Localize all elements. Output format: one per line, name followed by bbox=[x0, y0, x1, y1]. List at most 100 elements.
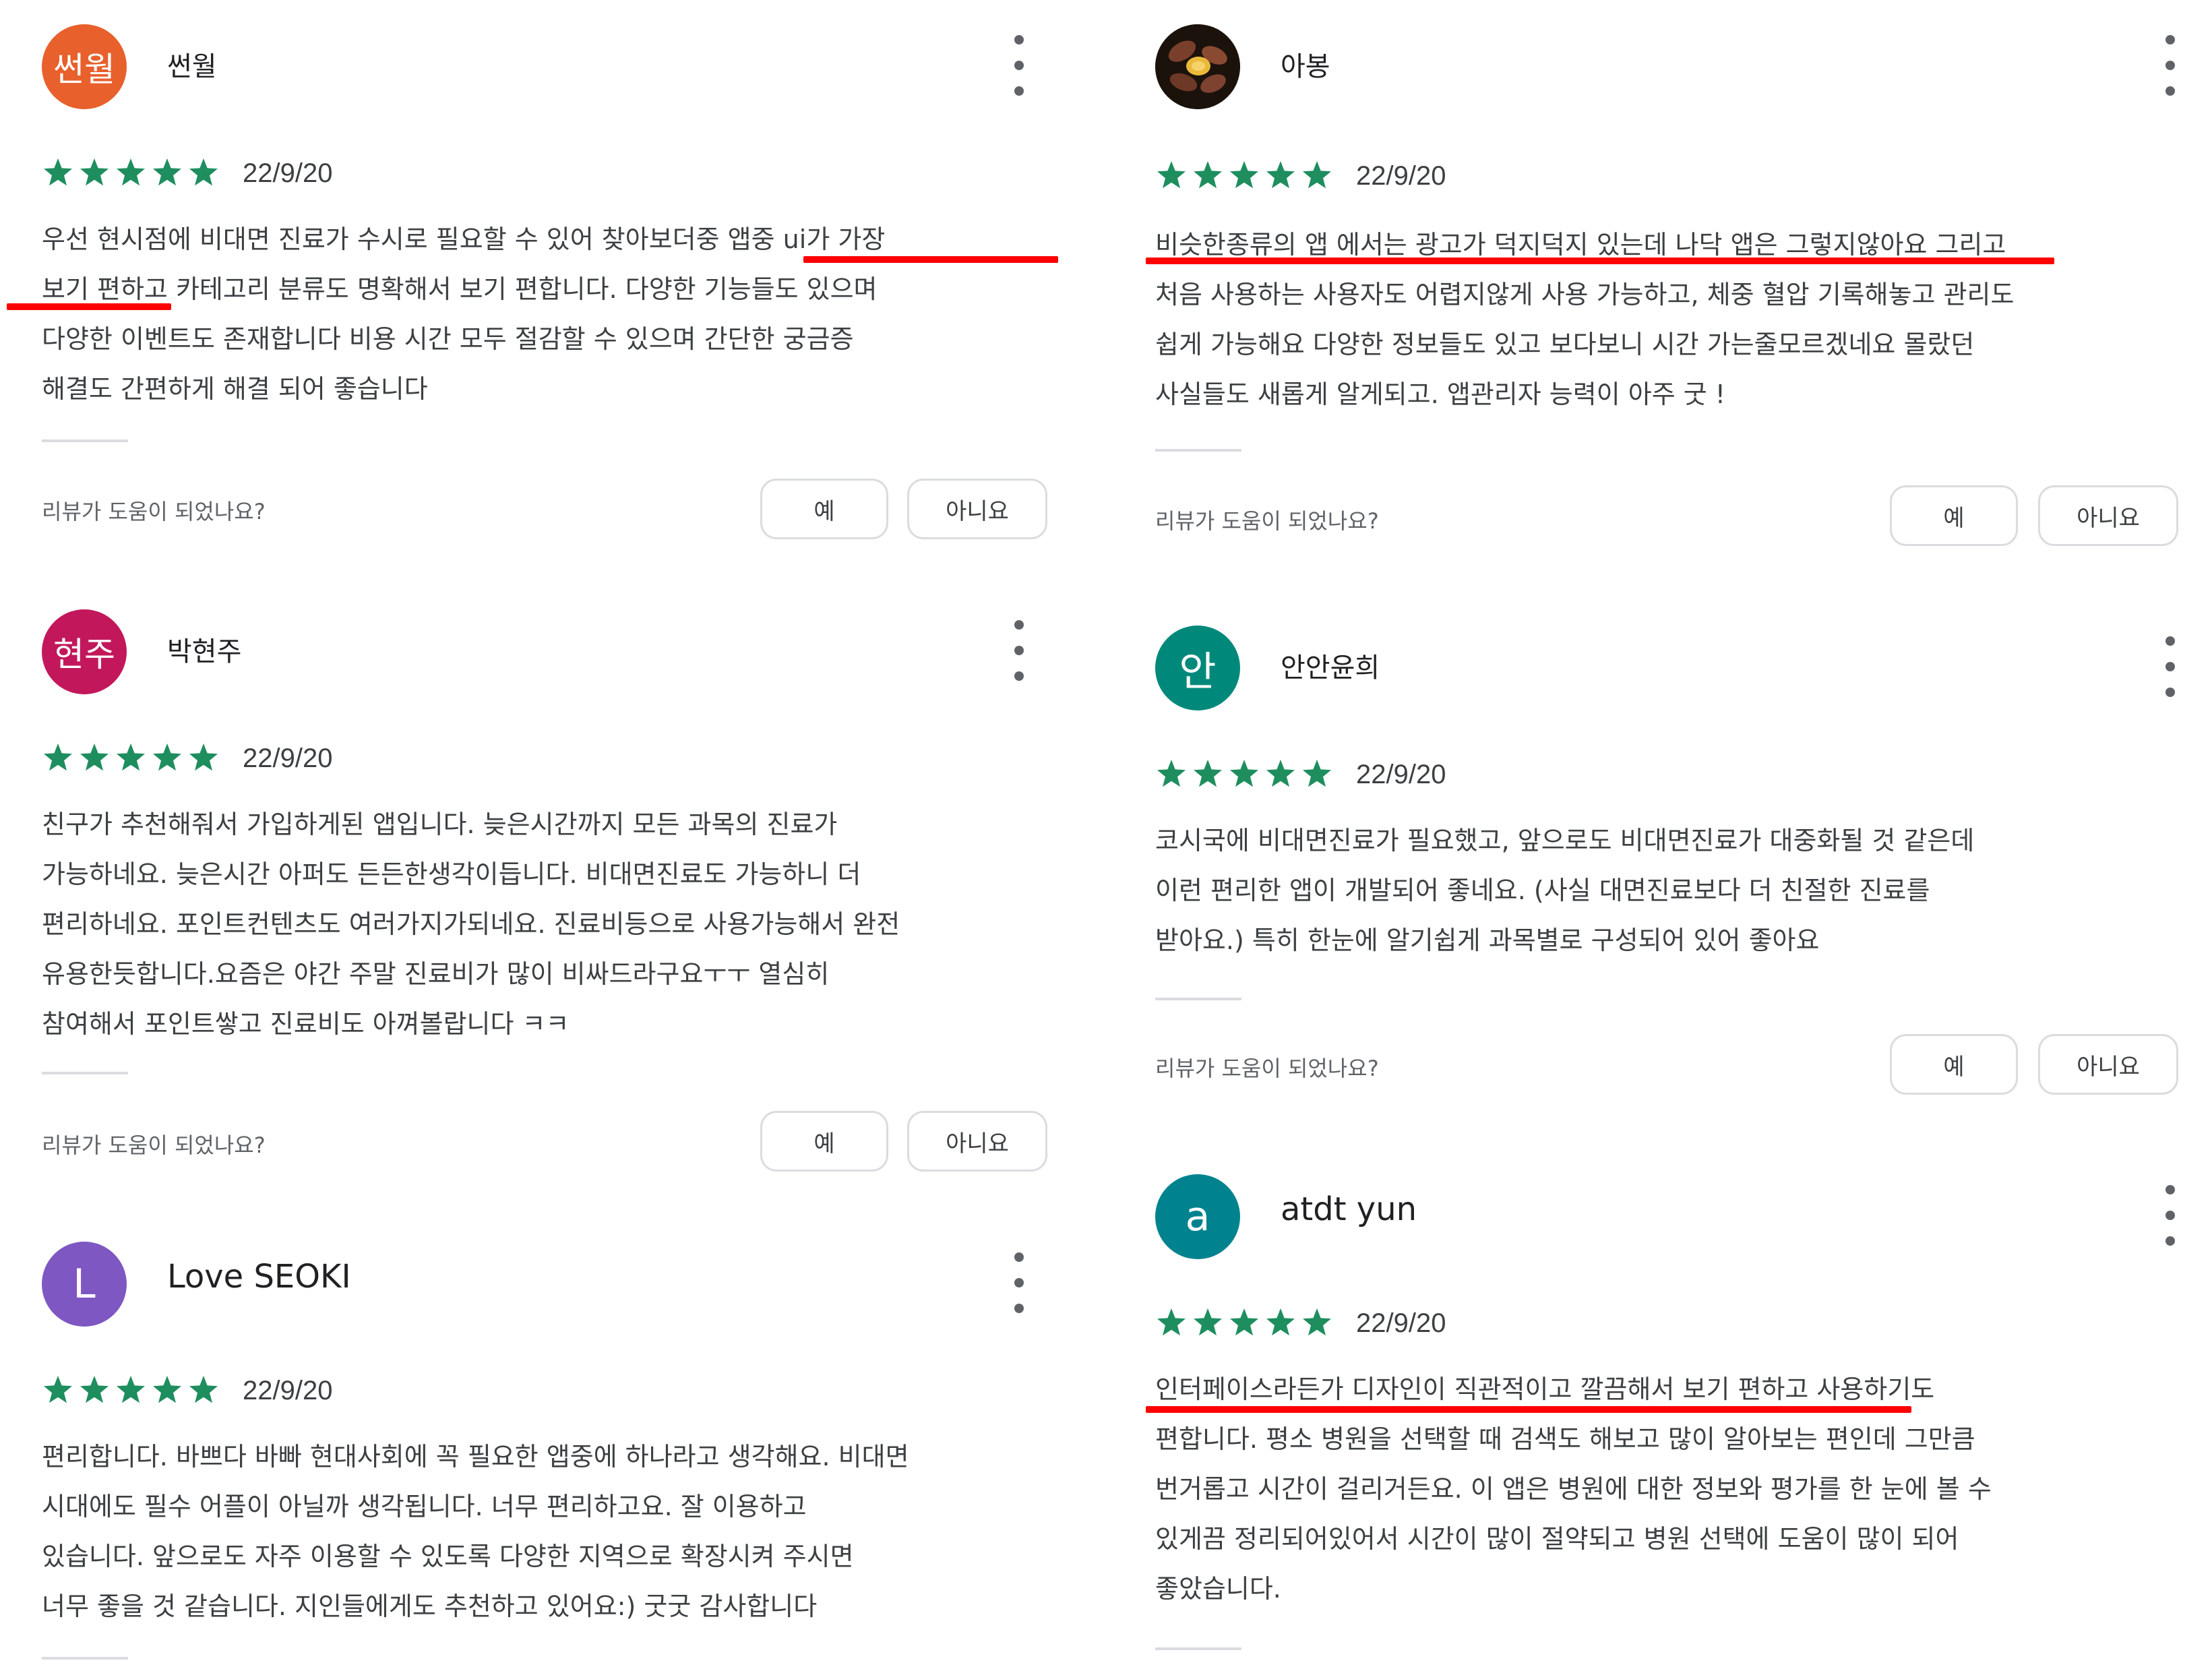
star-icon bbox=[187, 156, 222, 190]
review-date: 22/9/20 bbox=[1356, 160, 1446, 191]
star-icon bbox=[1155, 758, 1190, 791]
avatar bbox=[1155, 24, 1240, 109]
rating-row: 22/9/20 bbox=[42, 156, 332, 190]
more-options-icon[interactable] bbox=[1006, 1252, 1033, 1313]
star-icon bbox=[1264, 758, 1299, 791]
star-icon bbox=[151, 741, 186, 775]
star-icon bbox=[115, 156, 150, 190]
more-options-icon[interactable] bbox=[1006, 35, 1033, 96]
review-text: 편리합니다. 바쁘다 바빠 현대사회에 꼭 필요한 앱중에 하나라고 생각해요.… bbox=[42, 1442, 909, 1621]
star-rating bbox=[42, 741, 224, 775]
highlight-underline bbox=[803, 256, 1058, 263]
star-icon bbox=[151, 1374, 186, 1407]
divider bbox=[42, 1072, 128, 1074]
helpful-prompt: 리뷰가 도움이 되었나요? bbox=[42, 499, 266, 524]
more-options-icon[interactable] bbox=[2157, 636, 2184, 697]
yes-button[interactable]: 예 bbox=[760, 1111, 888, 1172]
star-icon bbox=[151, 156, 186, 190]
review-text: 비슷한종류의 앱 에서는 광고가 덕지덕지 있는데 나닥 앱은 그렇지않아요 그… bbox=[1155, 230, 2015, 409]
star-rating bbox=[42, 1374, 224, 1407]
more-options-icon[interactable] bbox=[2157, 35, 2184, 96]
review-card: 아봉 22/9/20 비슷한종류의 앱 에서는 광고가 덕지덕지 있는데 나닥 … bbox=[1146, 24, 2207, 557]
divider bbox=[42, 1657, 128, 1660]
yes-button[interactable]: 예 bbox=[1890, 485, 2018, 546]
review-date: 22/9/20 bbox=[243, 158, 333, 188]
star-icon bbox=[1155, 159, 1190, 193]
highlight-underline bbox=[7, 303, 171, 310]
star-icon bbox=[1192, 159, 1227, 193]
avatar: 현주 bbox=[42, 609, 127, 694]
rating-row: 22/9/20 bbox=[1155, 758, 1446, 791]
rating-row: 22/9/20 bbox=[42, 741, 332, 775]
avatar: 안 bbox=[1155, 626, 1240, 710]
star-rating bbox=[1155, 159, 1337, 193]
helpful-prompt: 리뷰가 도움이 되었나요? bbox=[1155, 1056, 1379, 1081]
review-text: 인터페이스라든가 디자인이 직관적이고 깔끔해서 보기 편하고 사용하기도 편합… bbox=[1155, 1374, 1992, 1604]
star-icon bbox=[115, 1374, 150, 1407]
reviewer-name: 박현주 bbox=[167, 636, 242, 667]
more-options-icon[interactable] bbox=[1006, 620, 1033, 681]
divider bbox=[1155, 449, 1241, 452]
star-icon bbox=[1228, 159, 1263, 193]
star-icon bbox=[1192, 1306, 1227, 1340]
reviewer-name: Love SEOKI bbox=[167, 1258, 351, 1296]
avatar: 썬월 bbox=[42, 24, 127, 109]
star-icon bbox=[187, 1374, 222, 1407]
star-rating bbox=[1155, 758, 1337, 791]
star-icon bbox=[1228, 1306, 1263, 1340]
star-icon bbox=[115, 741, 150, 775]
review-card: 현주 박현주 22/9/20 친구가 추천해줘서 가입하게된 앱입니다. 늦은시… bbox=[42, 609, 1053, 1189]
review-text: 코시국에 비대면진료가 필요했고, 앞으로도 비대면진료가 대중화될 것 같은데… bbox=[1155, 826, 1975, 955]
more-options-icon[interactable] bbox=[2157, 1185, 2184, 1246]
star-icon bbox=[42, 741, 77, 775]
star-icon bbox=[78, 741, 113, 775]
star-icon bbox=[78, 1374, 113, 1407]
review-date: 22/9/20 bbox=[243, 1375, 333, 1405]
star-icon bbox=[1301, 758, 1336, 791]
star-icon bbox=[1192, 758, 1227, 791]
star-rating bbox=[42, 156, 224, 190]
divider bbox=[1155, 998, 1241, 1000]
no-button[interactable]: 아니요 bbox=[907, 479, 1047, 539]
review-card: 안 안안윤희 22/9/20 코시국에 비대면진료가 필요했고, 앞으로도 비대… bbox=[1155, 626, 2207, 1118]
reviewer-name: 아봉 bbox=[1281, 51, 1330, 82]
star-icon bbox=[1155, 1306, 1190, 1340]
star-icon bbox=[1301, 159, 1336, 193]
highlight-underline bbox=[1146, 1406, 1911, 1413]
star-icon bbox=[78, 156, 113, 190]
review-card: a atdt yun 22/9/20 인터페이스라든가 디자인이 직관적이고 깔… bbox=[1146, 1174, 2207, 1669]
star-rating bbox=[1155, 1306, 1337, 1340]
review-date: 22/9/20 bbox=[1356, 759, 1446, 789]
yes-button[interactable]: 예 bbox=[1890, 1034, 2018, 1095]
star-icon bbox=[42, 1374, 77, 1407]
rating-row: 22/9/20 bbox=[1155, 1306, 1446, 1340]
rating-row: 22/9/20 bbox=[1155, 159, 1446, 193]
avatar: L bbox=[42, 1242, 127, 1327]
review-date: 22/9/20 bbox=[1356, 1308, 1446, 1338]
star-icon bbox=[1264, 159, 1299, 193]
review-card: 썬월 썬월 22/9/20 우선 현시점에 비대면 진료가 수시로 필요할 수 … bbox=[7, 24, 1058, 539]
review-card: L Love SEOKI 22/9/20 편리합니다. 바쁘다 바빠 현대사회에… bbox=[42, 1242, 1053, 1669]
star-icon bbox=[42, 156, 77, 190]
no-button[interactable]: 아니요 bbox=[2038, 1034, 2178, 1095]
rating-row: 22/9/20 bbox=[42, 1374, 332, 1407]
yes-button[interactable]: 예 bbox=[760, 479, 888, 539]
divider bbox=[1155, 1647, 1241, 1650]
reviewer-name: 썬월 bbox=[167, 51, 217, 82]
no-button[interactable]: 아니요 bbox=[2038, 485, 2178, 546]
star-icon bbox=[1301, 1306, 1336, 1340]
star-icon bbox=[187, 741, 222, 775]
review-text: 친구가 추천해줘서 가입하게된 앱입니다. 늦은시간까지 모든 과목의 진료가 … bbox=[42, 810, 900, 1039]
divider bbox=[42, 439, 128, 442]
sweet-potato-photo-icon bbox=[1155, 24, 1240, 109]
no-button[interactable]: 아니요 bbox=[907, 1111, 1047, 1172]
highlight-underline bbox=[1146, 257, 2054, 264]
review-text: 우선 현시점에 비대면 진료가 수시로 필요할 수 있어 찾아보더중 앱중 ui… bbox=[42, 224, 886, 404]
helpful-prompt: 리뷰가 도움이 되었나요? bbox=[42, 1132, 266, 1158]
reviewer-name: 안안윤희 bbox=[1281, 653, 1380, 684]
review-date: 22/9/20 bbox=[243, 743, 333, 773]
avatar: a bbox=[1155, 1174, 1240, 1259]
star-icon bbox=[1228, 758, 1263, 791]
reviewer-name: atdt yun bbox=[1281, 1190, 1417, 1228]
helpful-prompt: 리뷰가 도움이 되었나요? bbox=[1155, 508, 1379, 534]
